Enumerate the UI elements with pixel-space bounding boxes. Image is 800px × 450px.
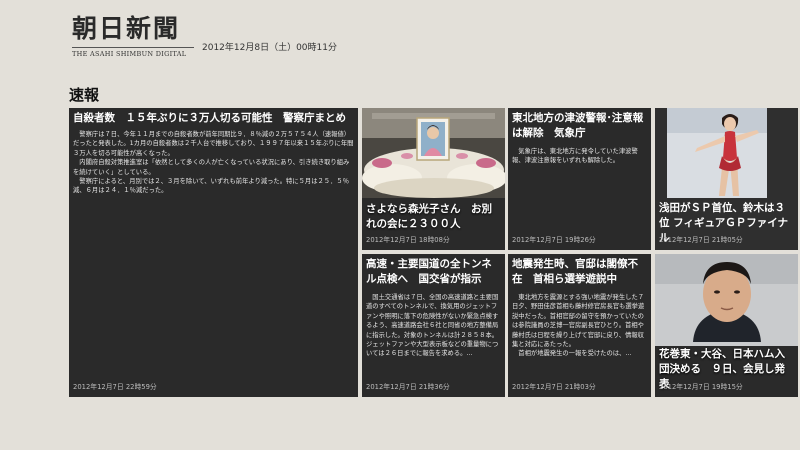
tile-headline: 自殺者数 １５年ぶりに３万人切る可能性 警察庁まとめ (73, 112, 346, 124)
tile-body: 気象庁は、東北地方に発令していた津波警報、津波注意報をいずれも解除した。 (512, 147, 647, 207)
tile-timestamp: 2012年12月7日 19時15分 (659, 383, 743, 391)
tile-paragraph: 国土交通省は７日、全国の高速道路と主要国道のすべてのトンネルで、換気用のジェット… (366, 294, 499, 358)
current-datetime: 2012年12月8日（土）00時11分 (202, 43, 337, 53)
skater-photo (667, 108, 767, 198)
tile-paragraph: 警察庁によると、月別では２、３月を除いて、いずれも前年より減った。特に５月は２５… (73, 178, 349, 195)
news-tile-tunnel-inspection[interactable]: 高速・主要国道の全トンネル点検へ 国交省が指示 国土交通省は７日、全国の高速道路… (362, 254, 505, 397)
tile-headline: さよなら森光子さん お別れの会に２３００人 (366, 203, 492, 230)
logo-rule (72, 47, 194, 48)
news-tile-mori-memorial[interactable]: さよなら森光子さん お別れの会に２３００人 2012年12月7日 18時08分 (362, 108, 505, 250)
tile-timestamp: 2012年12月7日 21時05分 (659, 236, 743, 244)
tile-timestamp: 2012年12月7日 19時26分 (512, 236, 596, 244)
tile-body: 国土交通省は７日、全国の高速道路と主要国道のすべてのトンネルで、換気用のジェット… (366, 293, 501, 373)
tile-headline: 高速・主要国道の全トンネル点検へ 国交省が指示 (366, 258, 492, 285)
news-tile-tsunami-warning[interactable]: 東北地方の津波警報･注意報は解除 気象庁 気象庁は、東北地方に発令していた津波警… (508, 108, 651, 250)
tile-timestamp: 2012年12月7日 21時36分 (366, 383, 450, 391)
logo-subtitle: THE ASAHI SHIMBUN DIGITAL (72, 50, 187, 58)
tile-body: 警察庁は７日、今年１１月までの自殺者数が前年同期比９．８％減の２万５７５４人（速… (73, 130, 354, 370)
news-tile-earthquake-cabinet[interactable]: 地震発生時、官邸は閣僚不在 首相ら選挙遊説中 東北地方を震源とする強い地震が発生… (508, 254, 651, 397)
tile-headline: 東北地方の津波警報･注意報は解除 気象庁 (512, 112, 644, 139)
tile-timestamp: 2012年12月7日 22時59分 (73, 383, 157, 391)
tile-paragraph: 首相が地震発生の一報を受けたのは、… (518, 350, 632, 358)
tile-timestamp: 2012年12月7日 21時03分 (512, 383, 596, 391)
tile-timestamp: 2012年12月7日 18時08分 (366, 236, 450, 244)
memorial-altar-photo (362, 108, 505, 198)
tile-paragraph: 気象庁は、東北地方に発令していた津波警報、津波注意報をいずれも解除した。 (512, 148, 638, 165)
asahi-logo: 朝日新聞 THE ASAHI SHIMBUN DIGITAL (72, 14, 197, 58)
tile-paragraph: 東北地方を震源とする強い地震が発生した７日夕、野田佳彦首相も藤村修官房長官も選挙… (512, 294, 645, 349)
news-tile-otani-fighters[interactable]: 花巻東・大谷、日本ハム入団決める ９日、会見し発表 2012年12月7日 19時… (655, 254, 798, 397)
section-title: 速報 (69, 86, 100, 104)
tile-body: 東北地方を震源とする強い地震が発生した７日夕、野田佳彦首相も藤村修官房長官も選挙… (512, 293, 647, 373)
tile-headline: 地震発生時、官邸は閣僚不在 首相ら選挙遊説中 (512, 258, 638, 285)
player-portrait-photo (655, 254, 798, 346)
tile-paragraph: 警察庁は７日、今年１１月までの自殺者数が前年同期比９．８％減の２万５７５４人（速… (73, 131, 354, 157)
news-tile-figure-skating[interactable]: 浅田がＳＰ首位、鈴木は３位 フィギュアＧＰファイナル 2012年12月7日 21… (655, 108, 798, 250)
logo-title: 朝日新聞 (72, 14, 181, 43)
tile-paragraph: 内閣府自殺対策推進室は「依然として多くの人が亡くなっている状況にあり、引き続き取… (73, 159, 350, 176)
news-tile-suicide-stats[interactable]: 自殺者数 １５年ぶりに３万人切る可能性 警察庁まとめ 警察庁は７日、今年１１月ま… (69, 108, 358, 397)
